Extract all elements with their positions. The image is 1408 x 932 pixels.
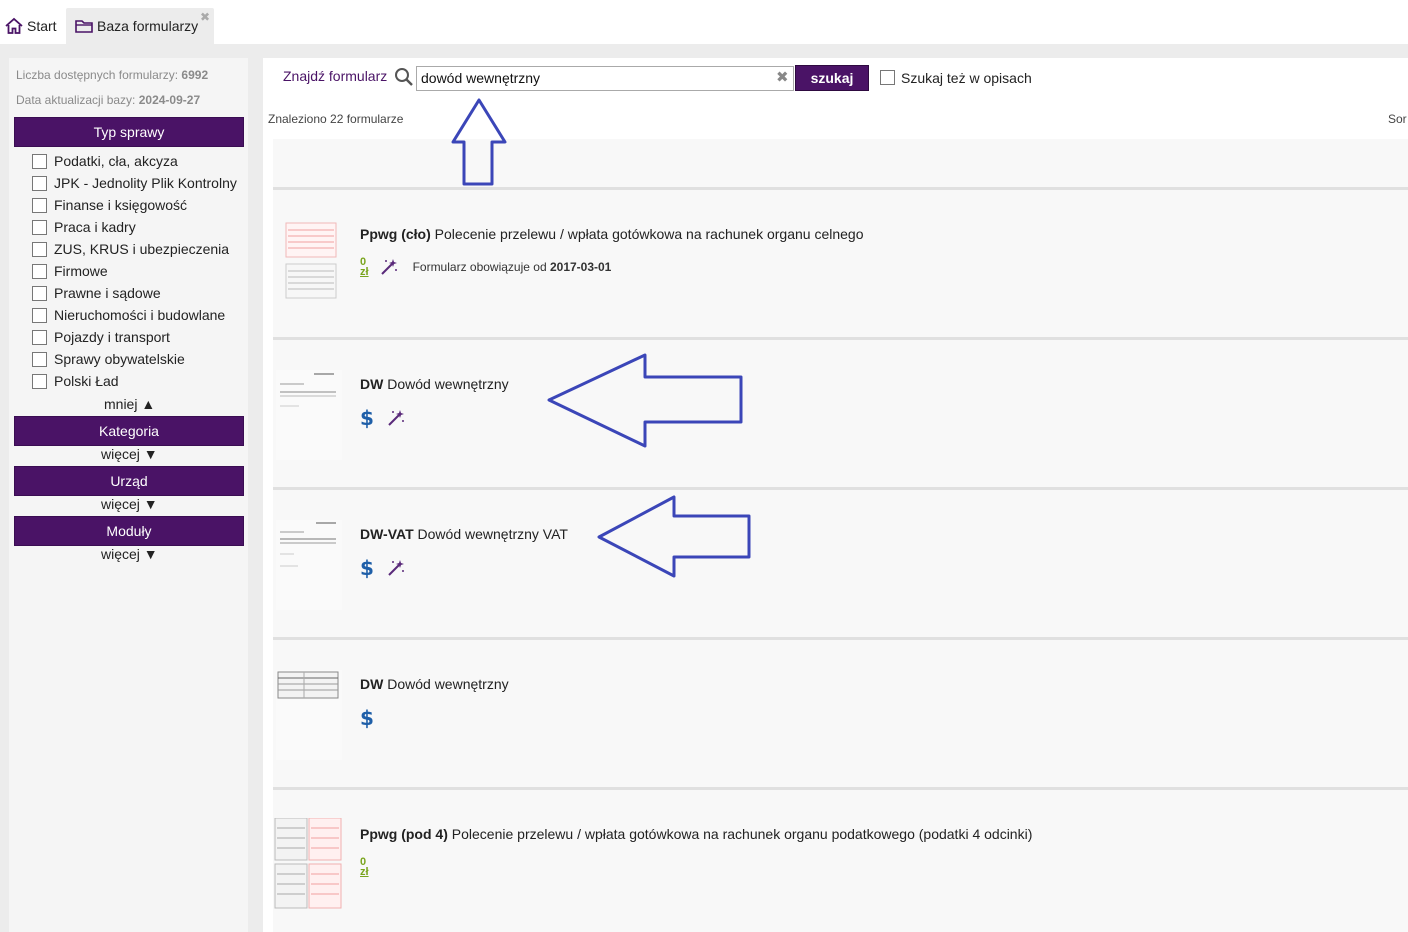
toggle-more[interactable]: więcej ▼	[101, 446, 158, 462]
result-item[interactable]: DW Dowód wewnętrzny $	[273, 640, 1408, 787]
checkbox[interactable]	[32, 241, 47, 257]
db-update-date: Data aktualizacji bazy: 2024-09-27	[16, 93, 201, 107]
search-label: Znajdź formularz	[283, 68, 388, 84]
checkbox[interactable]	[32, 197, 47, 213]
form-thumbnail[interactable]	[274, 520, 342, 610]
filter-item[interactable]: JPK - Jednolity Plik Kontrolny	[32, 173, 237, 193]
search-descriptions-label: Szukaj też w opisach	[901, 70, 1032, 86]
section-moduly[interactable]: Moduły	[14, 516, 244, 546]
result-title[interactable]: Ppwg (cło) Polecenie przelewu / wpłata g…	[360, 226, 864, 242]
filter-item[interactable]: Finanse i księgowość	[32, 195, 187, 215]
checkbox[interactable]	[32, 307, 47, 323]
clear-search-icon[interactable]: ✖	[776, 68, 789, 86]
checkbox[interactable]	[32, 153, 47, 169]
tab-start-label: Start	[27, 18, 57, 34]
tab-baza-label: Baza formularzy	[97, 18, 199, 34]
form-thumbnail[interactable]	[274, 222, 342, 302]
section-typ-sprawy[interactable]: Typ sprawy	[14, 117, 244, 147]
wizard-icon	[388, 560, 404, 576]
section-kategoria[interactable]: Kategoria	[14, 416, 244, 446]
checkbox[interactable]	[32, 285, 47, 301]
wizard-icon	[388, 410, 404, 426]
filter-item[interactable]: Sprawy obywatelskie	[32, 349, 185, 369]
section-urzad[interactable]: Urząd	[14, 466, 244, 496]
filter-item[interactable]: ZUS, KRUS i ubezpieczenia	[32, 239, 229, 259]
dollar-icon: $	[360, 406, 374, 430]
filter-item[interactable]: Pojazdy i transport	[32, 327, 170, 347]
filter-item[interactable]: Nieruchomości i budowlane	[32, 305, 225, 325]
tab-bar: Start Baza formularzy ✖	[0, 0, 1408, 44]
annotation-arrow-left	[547, 353, 743, 448]
checkbox[interactable]	[32, 219, 47, 235]
filter-item[interactable]: Prawne i sądowe	[32, 283, 161, 303]
valid-from: Formularz obowiązuje od 2017-03-01	[412, 260, 612, 274]
search-descriptions-checkbox[interactable]	[880, 70, 895, 85]
home-icon	[5, 17, 23, 34]
toggle-less[interactable]: mniej ▲	[104, 396, 155, 412]
dollar-icon: $	[360, 706, 374, 730]
results-count: Znaleziono 22 formularze	[268, 112, 404, 126]
filter-item[interactable]: Podatki, cła, akcyza	[32, 151, 178, 171]
result-icons: 0 zł	[360, 856, 381, 878]
result-icons: $	[360, 406, 418, 430]
form-thumbnail[interactable]	[274, 670, 342, 760]
result-icons: $	[360, 706, 386, 730]
filter-item[interactable]: Polski Ład	[32, 371, 119, 391]
tab-baza-formularzy[interactable]: Baza formularzy ✖	[66, 8, 214, 44]
sidebar: Liczba dostępnych formularzy: 6992 Data …	[9, 58, 248, 932]
wizard-icon	[380, 259, 397, 275]
folder-icon	[75, 20, 93, 33]
checkbox[interactable]	[32, 263, 47, 279]
tab-start[interactable]: Start	[2, 8, 62, 44]
result-title[interactable]: Ppwg (pod 4) Polecenie przelewu / wpłata…	[360, 826, 1032, 842]
filter-item[interactable]: Firmowe	[32, 261, 108, 281]
toggle-more[interactable]: więcej ▼	[101, 546, 158, 562]
result-item[interactable]: DW-VAT Dowód wewnętrzny VAT $	[273, 490, 1408, 637]
main-panel: Znajdź formularz dowód wewnętrzny ✖ szuk…	[263, 58, 1408, 932]
result-icons: $	[360, 556, 418, 580]
checkbox[interactable]	[32, 373, 47, 389]
result-icons: 0 zł Formularz obowiązuje od 2017-03-01	[360, 256, 611, 278]
result-item[interactable]: DW Dowód wewnętrzny $	[273, 340, 1408, 487]
checkbox[interactable]	[32, 329, 47, 345]
sort-label[interactable]: Sor	[1388, 112, 1407, 126]
result-title[interactable]: DW Dowód wewnętrzny	[360, 676, 509, 692]
search-icon[interactable]	[394, 67, 414, 87]
result-item[interactable]: Ppwg (cło) Polecenie przelewu / wpłata g…	[273, 190, 1408, 337]
zero-zloty-icon: 0 zł	[360, 856, 369, 878]
annotation-arrow-up	[451, 98, 507, 186]
zero-zloty-icon: 0 zł	[360, 256, 369, 278]
form-thumbnail[interactable]	[274, 818, 342, 910]
form-thumbnail[interactable]	[274, 370, 342, 460]
annotation-arrow-left	[597, 495, 751, 578]
search-button[interactable]: szukaj	[795, 65, 869, 91]
checkbox[interactable]	[32, 351, 47, 367]
filter-item[interactable]: Praca i kadry	[32, 217, 136, 237]
forms-count: Liczba dostępnych formularzy: 6992	[16, 68, 209, 82]
checkbox[interactable]	[32, 175, 47, 191]
search-input[interactable]: dowód wewnętrzny	[416, 66, 794, 91]
result-title[interactable]: DW-VAT Dowód wewnętrzny VAT	[360, 526, 568, 542]
result-title[interactable]: DW Dowód wewnętrzny	[360, 376, 509, 392]
toggle-more[interactable]: więcej ▼	[101, 496, 158, 512]
dollar-icon: $	[360, 556, 374, 580]
result-item[interactable]: Ppwg (pod 4) Polecenie przelewu / wpłata…	[273, 790, 1408, 932]
results-header-band	[273, 139, 1408, 187]
close-icon[interactable]: ✖	[200, 10, 210, 24]
